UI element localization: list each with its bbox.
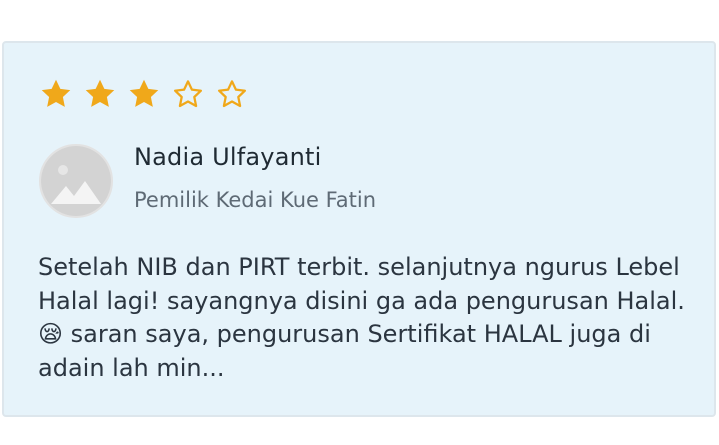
reviewer-name: Nadia Ulfayanti [134, 143, 322, 171]
star-filled-icon [85, 79, 115, 107]
star-empty-icon [217, 80, 247, 108]
star-rating [38, 76, 250, 112]
review-card: Nadia Ulfayanti Pemilik Kedai Kue Fatin … [2, 41, 716, 417]
reviewer-role: Pemilik Kedai Kue Fatin [134, 188, 377, 212]
star-empty-icon [173, 80, 203, 108]
review-text: Setelah NIB dan PIRT terbit. selanjutnya… [38, 253, 685, 382]
avatar [39, 144, 113, 218]
star-filled-icon [41, 79, 71, 107]
star-filled-icon [129, 79, 159, 107]
placeholder-avatar-icon [41, 146, 111, 216]
